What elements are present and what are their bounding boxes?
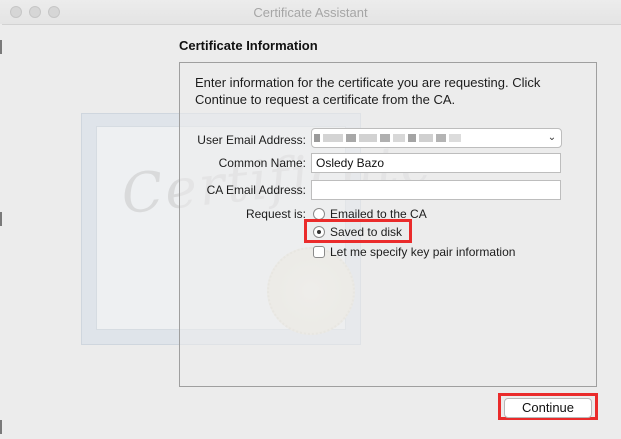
certificate-assistant-window: Certificate Assistant Certificate Inform… — [0, 0, 621, 439]
intro-text: Enter information for the certificate yo… — [195, 75, 541, 107]
saved-to-disk-highlight — [304, 219, 412, 243]
redacted-email — [436, 134, 446, 142]
redacted-email — [359, 134, 377, 142]
redacted-email — [408, 134, 416, 142]
ca-email-label: CA Email Address: — [206, 183, 306, 197]
chevron-down-icon[interactable]: ⌄ — [543, 129, 561, 147]
edge-marker — [0, 40, 2, 54]
redacted-email — [419, 134, 433, 142]
redacted-email — [380, 134, 390, 142]
title-bar: Certificate Assistant — [0, 0, 621, 25]
user-email-select[interactable]: ⌄ — [311, 128, 562, 148]
window-left-edge — [0, 24, 2, 439]
specify-key-pair-checkbox[interactable] — [313, 246, 325, 258]
page-title: Certificate Information — [179, 38, 318, 53]
edge-marker — [0, 212, 2, 226]
user-email-label: User Email Address: — [197, 133, 306, 147]
specify-key-pair-label[interactable]: Let me specify key pair information — [330, 245, 515, 259]
window-title: Certificate Assistant — [253, 5, 368, 20]
edge-marker — [0, 420, 2, 434]
certificate-info-panel: Enter information for the certificate yo… — [179, 62, 597, 387]
redacted-email — [314, 134, 320, 142]
redacted-email — [323, 134, 343, 142]
request-is-label: Request is: — [245, 207, 306, 221]
common-name-label: Common Name: — [218, 156, 306, 170]
redacted-email — [393, 134, 405, 142]
redacted-email — [346, 134, 356, 142]
redacted-email — [449, 134, 461, 142]
ca-email-input[interactable] — [311, 180, 561, 200]
continue-button[interactable]: Continue — [504, 398, 592, 418]
common-name-input[interactable]: Osledy Bazo — [311, 153, 561, 173]
